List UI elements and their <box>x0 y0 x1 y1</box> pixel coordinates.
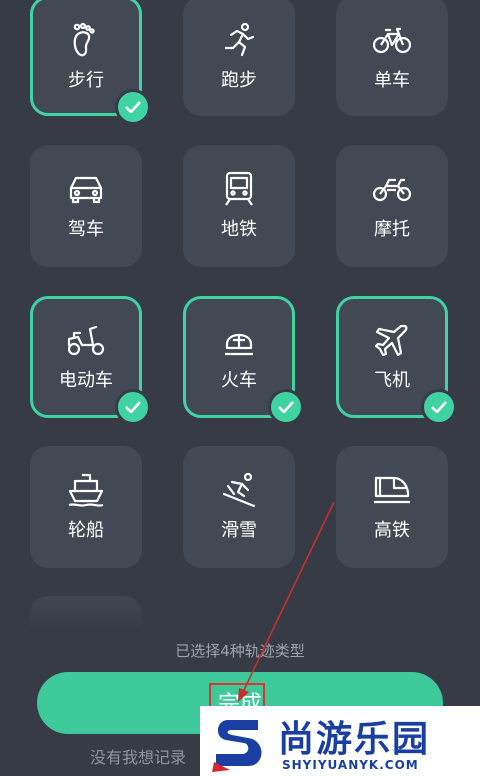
tile-subway[interactable]: 地铁 <box>183 145 295 267</box>
tile-label: 高铁 <box>374 520 410 541</box>
tile-label: 轮船 <box>68 520 104 541</box>
subway-icon <box>183 171 295 207</box>
logo-icon <box>208 712 270 776</box>
watermark-subtitle: SHYIYUANYK.COM <box>282 758 419 772</box>
running-icon <box>183 22 295 58</box>
check-icon <box>421 389 457 425</box>
check-icon <box>268 389 304 425</box>
tile-label: 火车 <box>221 370 257 391</box>
tile-label: 跑步 <box>221 70 257 91</box>
bicycle-icon <box>336 22 448 58</box>
tile-high-speed-rail[interactable]: 高铁 <box>336 446 448 568</box>
check-icon <box>115 89 151 125</box>
tile-skiing[interactable]: 滑雪 <box>183 446 295 568</box>
tile-running[interactable]: 跑步 <box>183 0 295 116</box>
tile-ship[interactable]: 轮船 <box>30 446 142 568</box>
high-speed-rail-icon <box>336 472 448 508</box>
watermark-title: 尚游乐园 <box>278 719 431 760</box>
tile-label: 驾车 <box>68 219 104 240</box>
ship-icon <box>30 472 142 508</box>
selected-count-text: 已选择4种轨迹类型 <box>175 642 305 660</box>
tile-label: 地铁 <box>221 219 257 240</box>
tile-label: 飞机 <box>374 370 410 391</box>
tile-label: 电动车 <box>59 370 113 391</box>
motorcycle-icon <box>336 171 448 207</box>
bottom-link[interactable]: 没有我想记录 <box>90 744 186 768</box>
tile-label: 摩托 <box>374 219 410 240</box>
tile-motorcycle[interactable]: 摩托 <box>336 145 448 267</box>
tile-label: 单车 <box>374 70 410 91</box>
tile-car[interactable]: 驾车 <box>30 145 142 267</box>
scooter-icon <box>33 322 139 358</box>
tile-label: 滑雪 <box>221 520 257 541</box>
train-icon <box>186 322 292 358</box>
footprints-icon <box>33 22 139 58</box>
tile-partial <box>30 596 142 636</box>
watermark: 尚游乐园 SHYIYUANYK.COM <box>200 706 480 776</box>
tile-label: 步行 <box>68 70 104 91</box>
skiing-icon <box>183 472 295 508</box>
car-icon <box>30 171 142 207</box>
airplane-icon <box>339 322 445 358</box>
tile-bicycle[interactable]: 单车 <box>336 0 448 116</box>
check-icon <box>115 389 151 425</box>
